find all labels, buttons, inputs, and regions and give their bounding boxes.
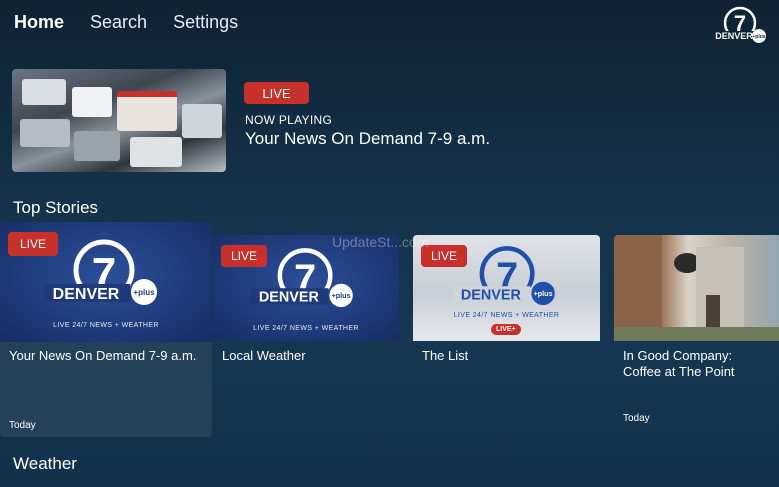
nav-settings[interactable]: Settings bbox=[173, 12, 238, 33]
svg-text:+plus: +plus bbox=[752, 34, 765, 40]
svg-text:+plus: +plus bbox=[133, 288, 155, 297]
card-tagline: LIVE 24/7 NEWS + WEATHER bbox=[453, 312, 560, 319]
now-playing-thumbnail[interactable] bbox=[12, 69, 226, 172]
card-title: The List bbox=[422, 348, 469, 363]
story-card[interactable]: In Good Company: Coffee at The Point Tod… bbox=[614, 235, 779, 430]
card-title: Your News On Demand 7-9 a.m. bbox=[9, 348, 197, 363]
svg-text:DENVER: DENVER bbox=[461, 288, 522, 304]
ground bbox=[614, 327, 779, 341]
denver7-plus-logo: 7 DENVER +plus bbox=[713, 6, 766, 43]
card-tagline: LIVE 24/7 NEWS + WEATHER bbox=[253, 325, 359, 332]
top-nav: Home Search Settings bbox=[14, 12, 238, 33]
live-plus-badge: LIVE+ bbox=[491, 324, 521, 335]
svg-text:DENVER: DENVER bbox=[715, 31, 753, 41]
card-title: In Good Company: Coffee at The Point bbox=[623, 348, 735, 379]
nav-home[interactable]: Home bbox=[14, 12, 64, 33]
building-wall bbox=[614, 235, 662, 341]
live-badge: LIVE bbox=[8, 232, 59, 256]
nav-search[interactable]: Search bbox=[90, 12, 147, 33]
svg-text:+plus: +plus bbox=[534, 289, 553, 298]
card-tagline: LIVE 24/7 NEWS + WEATHER bbox=[53, 322, 159, 329]
denver7-logo-icon: 7 DENVER +plus bbox=[44, 239, 157, 305]
story-card[interactable]: 7 DENVER +plus LIVE 24/7 NEWS + WEATHER … bbox=[0, 222, 212, 437]
live-badge: LIVE bbox=[221, 245, 268, 267]
sign-panel bbox=[706, 295, 720, 329]
watermark: UpdateSt...com bbox=[332, 234, 429, 250]
card-title: Local Weather bbox=[222, 348, 306, 363]
card-date: Today bbox=[9, 420, 36, 431]
now-playing-title[interactable]: Your News On Demand 7-9 a.m. bbox=[245, 129, 490, 149]
story-card[interactable]: 7 DENVER +plus LIVE 24/7 NEWS + WEATHER … bbox=[213, 235, 399, 430]
svg-text:DENVER: DENVER bbox=[53, 286, 120, 303]
section-title-top-stories: Top Stories bbox=[13, 198, 99, 217]
section-title-weather: Weather bbox=[13, 454, 77, 473]
live-badge: LIVE bbox=[244, 82, 309, 104]
svg-text:+plus: +plus bbox=[332, 291, 351, 300]
now-playing-label: NOW PLAYING bbox=[245, 113, 333, 127]
story-card[interactable]: 7 DENVER +plus LIVE 24/7 NEWS + WEATHER … bbox=[413, 235, 600, 430]
card-thumbnail bbox=[614, 235, 779, 341]
sign-post bbox=[696, 247, 744, 337]
svg-text:DENVER: DENVER bbox=[259, 290, 320, 306]
card-date: Today bbox=[623, 413, 650, 424]
